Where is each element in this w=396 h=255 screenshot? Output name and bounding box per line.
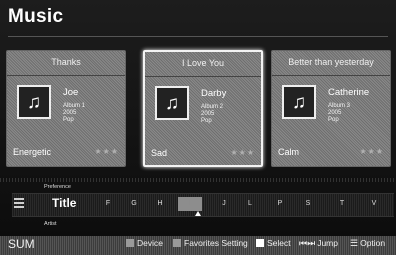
sort-option-above[interactable]: Preference	[44, 184, 71, 190]
selection-caret-icon	[195, 211, 201, 216]
card-song-title: I Love You	[181, 58, 225, 68]
select-hint[interactable]: Select	[256, 238, 291, 248]
device-label: Device	[137, 238, 163, 248]
card-artist: Darby	[201, 88, 227, 99]
music-card-2[interactable]: I Love You ♫ Darby Album 2 2005 Pop Sad …	[143, 50, 263, 167]
sort-current[interactable]: Title	[52, 196, 76, 210]
header-divider	[8, 36, 388, 37]
card-song-title: Thanks	[51, 57, 81, 67]
card-genre: Pop	[63, 117, 74, 123]
gray-button-icon	[126, 239, 134, 247]
skip-buttons-icon: ⏮⏭	[299, 238, 316, 248]
music-note-icon: ♫	[155, 86, 189, 120]
music-card-3[interactable]: Better than yesterday ♫ Catherine Album …	[271, 50, 391, 167]
card-mood: Calm	[278, 147, 300, 157]
page-title: Music	[8, 6, 64, 27]
letter-button-selected[interactable]: I	[178, 197, 202, 211]
card-song-title: Better than yesterday	[288, 57, 374, 67]
card-divider	[145, 76, 261, 77]
card-artist: Catherine	[328, 87, 370, 98]
tools-icon: ☰	[350, 238, 359, 248]
card-album: Album 3	[328, 103, 351, 109]
card-year: 2005	[201, 111, 215, 117]
favorites-hint[interactable]: Favorites Setting	[173, 238, 248, 248]
letter-button[interactable]: S	[296, 197, 320, 211]
device-hint[interactable]: Device	[126, 238, 163, 248]
option-label: Option	[360, 238, 386, 248]
option-hint[interactable]: ☰ Option	[350, 238, 385, 248]
card-mood: Energetic	[13, 147, 52, 157]
sort-option-below[interactable]: Artist	[44, 221, 57, 227]
card-genre: Pop	[201, 118, 212, 124]
rating-stars: ★★★	[230, 148, 255, 157]
separator-dots	[0, 178, 396, 182]
jump-hint[interactable]: ⏮⏭ Jump	[299, 238, 338, 248]
card-album: Album 2	[201, 104, 224, 110]
letter-button[interactable]: H	[148, 197, 172, 211]
music-note-icon: ♫	[282, 85, 316, 119]
sum-label: SUM	[8, 237, 35, 251]
select-label: Select	[267, 238, 291, 248]
letter-button[interactable]: L	[238, 197, 262, 211]
card-divider	[272, 75, 390, 76]
card-genre: Pop	[328, 117, 339, 123]
rating-stars: ★★★	[359, 147, 384, 156]
card-year: 2005	[63, 110, 77, 116]
gray-button-icon	[173, 239, 181, 247]
letter-button[interactable]: P	[268, 197, 292, 211]
card-artist: Joe	[63, 87, 79, 98]
jump-label: Jump	[317, 238, 338, 248]
letter-button[interactable]: G	[122, 197, 146, 211]
music-screen: Music Thanks ♫ Joe Album 1 2005 Pop Ener…	[0, 0, 396, 255]
sort-list-icon	[14, 198, 24, 210]
letter-button[interactable]: F	[96, 197, 120, 211]
letter-button[interactable]: T	[330, 197, 354, 211]
music-card-1[interactable]: Thanks ♫ Joe Album 1 2005 Pop Energetic …	[6, 50, 126, 167]
letter-jump-bar: F G H I J L P S T V	[96, 197, 392, 213]
favorites-label: Favorites Setting	[184, 238, 248, 248]
letter-button[interactable]: V	[362, 197, 386, 211]
letter-button[interactable]: J	[212, 197, 236, 211]
card-mood: Sad	[151, 148, 168, 158]
card-divider	[7, 75, 125, 76]
rating-stars: ★★★	[94, 147, 119, 156]
card-year: 2005	[328, 110, 342, 116]
card-album: Album 1	[63, 103, 86, 109]
enter-button-icon	[256, 239, 264, 247]
music-note-icon: ♫	[17, 85, 51, 119]
